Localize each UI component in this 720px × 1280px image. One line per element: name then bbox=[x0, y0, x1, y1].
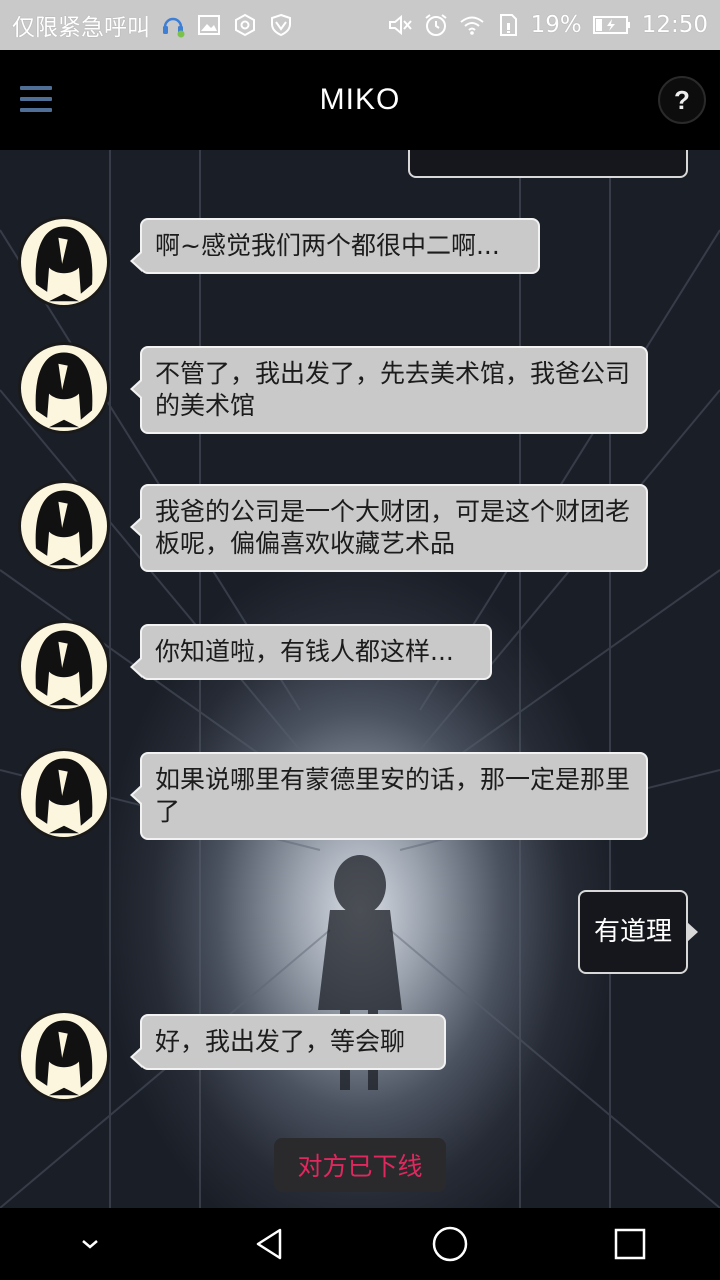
self-message-bubble: 有道理 bbox=[578, 890, 699, 974]
message-text: 有道理 bbox=[594, 917, 673, 947]
mute-icon bbox=[387, 12, 413, 38]
message-text: 我爸的公司是一个大财团，可是这个财团老板呢，偏偏喜欢收藏艺术品 bbox=[155, 497, 631, 558]
message-bubble: 如果说哪里有蒙德里安的话，那一定是那里了 bbox=[130, 752, 648, 840]
message-bubble: 不管了，我出发了，先去美术馆，我爸公司的美术馆 bbox=[130, 346, 648, 434]
back-icon[interactable] bbox=[240, 1214, 300, 1274]
chevron-down-icon[interactable] bbox=[60, 1214, 120, 1274]
recents-icon[interactable] bbox=[600, 1214, 660, 1274]
home-icon[interactable] bbox=[420, 1214, 480, 1274]
battery-percent: 19% bbox=[530, 12, 582, 38]
headset-icon bbox=[160, 12, 186, 38]
app-header: MIKO ? bbox=[0, 50, 720, 150]
avatar[interactable] bbox=[18, 748, 110, 840]
shield-icon bbox=[268, 12, 294, 38]
status-left: 仅限紧急呼叫 bbox=[12, 8, 294, 42]
sim-icon bbox=[495, 12, 521, 38]
avatar[interactable] bbox=[18, 480, 110, 572]
message-bubble: 啊~感觉我们两个都很中二啊... bbox=[130, 218, 540, 274]
navigation-bar bbox=[0, 1208, 720, 1280]
alarm-icon bbox=[423, 12, 449, 38]
message-bubble: 好，我出发了，等会聊 bbox=[130, 1014, 446, 1070]
page-title: MIKO bbox=[319, 83, 401, 116]
carrier-text: 仅限紧急呼叫 bbox=[12, 15, 150, 41]
offline-notice: 对方已下线 bbox=[274, 1138, 446, 1192]
message-text: 好，我出发了，等会聊 bbox=[155, 1027, 406, 1056]
help-button[interactable]: ? bbox=[658, 76, 706, 124]
status-right: 19% 12:50 bbox=[387, 12, 708, 38]
avatar[interactable] bbox=[18, 216, 110, 308]
message-bubble: 我爸的公司是一个大财团，可是这个财团老板呢，偏偏喜欢收藏艺术品 bbox=[130, 484, 648, 572]
battery-icon bbox=[592, 12, 632, 38]
image-icon bbox=[196, 12, 222, 38]
message-text: 啊~感觉我们两个都很中二啊... bbox=[155, 231, 500, 260]
message-text: 如果说哪里有蒙德里安的话，那一定是那里了 bbox=[155, 765, 631, 826]
menu-icon[interactable] bbox=[20, 86, 52, 114]
message-text: 不管了，我出发了，先去美术馆，我爸公司的美术馆 bbox=[155, 359, 631, 420]
chat-area[interactable]: 啊~感觉我们两个都很中二啊... 不管了，我出发了，先去美术馆，我爸公司的美术馆… bbox=[0, 150, 720, 1208]
message-bubble: 你知道啦，有钱人都这样... bbox=[130, 624, 492, 680]
previous-self-bubble bbox=[408, 150, 688, 178]
status-bar: 仅限紧急呼叫 19% 12:50 bbox=[0, 0, 720, 50]
avatar[interactable] bbox=[18, 620, 110, 712]
avatar[interactable] bbox=[18, 1010, 110, 1102]
message-text: 你知道啦，有钱人都这样... bbox=[155, 637, 454, 666]
avatar[interactable] bbox=[18, 342, 110, 434]
hexagon-icon bbox=[232, 12, 258, 38]
wifi-icon bbox=[459, 12, 485, 38]
clock: 12:50 bbox=[641, 12, 708, 38]
